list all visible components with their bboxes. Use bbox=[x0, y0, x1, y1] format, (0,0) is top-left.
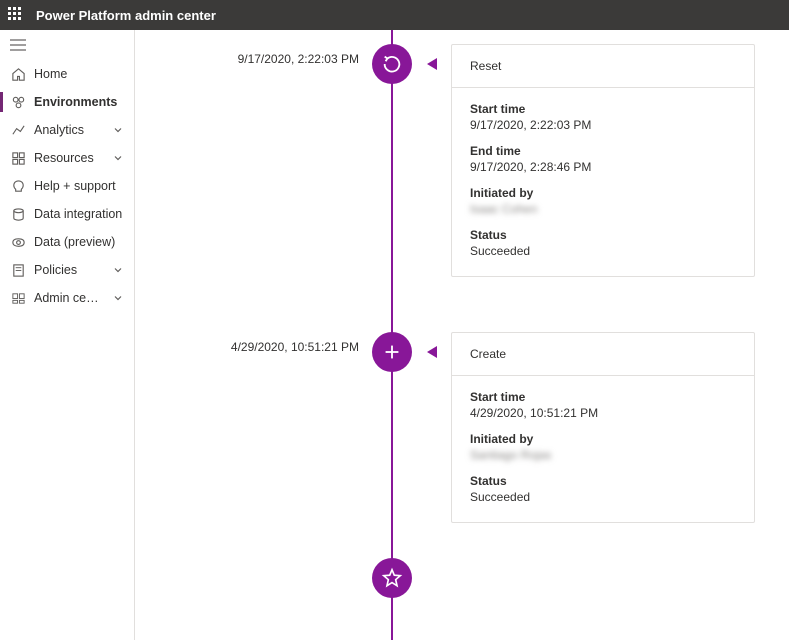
nav-collapse-button[interactable] bbox=[0, 30, 134, 60]
app-launcher-icon[interactable] bbox=[8, 7, 24, 23]
event-details: Start time 4/29/2020, 10:51:21 PM Initia… bbox=[452, 376, 754, 522]
reset-icon bbox=[372, 44, 412, 84]
sidebar-item-admin-centers[interactable]: Admin centers bbox=[0, 284, 134, 312]
data-integration-icon bbox=[10, 206, 26, 222]
admin-icon bbox=[10, 290, 26, 306]
topbar: Power Platform admin center bbox=[0, 0, 789, 30]
create-icon bbox=[372, 332, 412, 372]
sidebar-item-label: Admin centers bbox=[34, 291, 104, 305]
sidebar-item-help-support[interactable]: Help + support bbox=[0, 172, 134, 200]
field-label: Start time bbox=[470, 102, 736, 116]
chevron-down-icon bbox=[112, 292, 124, 304]
sidebar-item-environments[interactable]: Environments bbox=[0, 88, 134, 116]
help-icon bbox=[10, 178, 26, 194]
chevron-down-icon bbox=[112, 124, 124, 136]
sidebar-item-data-integration[interactable]: Data integration bbox=[0, 200, 134, 228]
sidebar-item-resources[interactable]: Resources bbox=[0, 144, 134, 172]
event-card[interactable]: Reset Start time 9/17/2020, 2:22:03 PM E… bbox=[451, 44, 755, 277]
event-card[interactable]: Create Start time 4/29/2020, 10:51:21 PM… bbox=[451, 332, 755, 523]
sidebar: Home Environments Analytics Resources He… bbox=[0, 30, 135, 640]
sidebar-item-label: Policies bbox=[34, 263, 104, 277]
star-icon bbox=[372, 558, 412, 598]
field-value: Isaac Cohen bbox=[470, 202, 736, 216]
analytics-icon bbox=[10, 122, 26, 138]
chevron-down-icon bbox=[112, 152, 124, 164]
chevron-down-icon bbox=[112, 264, 124, 276]
event-details: Start time 9/17/2020, 2:22:03 PM End tim… bbox=[452, 88, 754, 276]
sidebar-item-data-preview[interactable]: Data (preview) bbox=[0, 228, 134, 256]
field-value: 9/17/2020, 2:28:46 PM bbox=[470, 160, 736, 174]
environments-icon bbox=[10, 94, 26, 110]
field-value: 9/17/2020, 2:22:03 PM bbox=[470, 118, 736, 132]
field-value: Succeeded bbox=[470, 244, 736, 258]
app-title: Power Platform admin center bbox=[36, 8, 216, 23]
main-content: 9/17/2020, 2:22:03 PM Reset Start time 9… bbox=[135, 30, 789, 640]
field-value: 4/29/2020, 10:51:21 PM bbox=[470, 406, 736, 420]
field-label: Status bbox=[470, 474, 736, 488]
sidebar-item-policies[interactable]: Policies bbox=[0, 256, 134, 284]
data-icon bbox=[10, 234, 26, 250]
sidebar-item-label: Analytics bbox=[34, 123, 104, 137]
field-value: Santiago Rojas bbox=[470, 448, 736, 462]
sidebar-item-label: Data integration bbox=[34, 207, 124, 221]
sidebar-item-label: Environments bbox=[34, 95, 124, 109]
field-label: Status bbox=[470, 228, 736, 242]
sidebar-item-label: Home bbox=[34, 67, 124, 81]
card-pointer-icon bbox=[427, 346, 437, 358]
resources-icon bbox=[10, 150, 26, 166]
sidebar-item-label: Help + support bbox=[34, 179, 124, 193]
event-timestamp: 9/17/2020, 2:22:03 PM bbox=[238, 52, 359, 66]
sidebar-item-analytics[interactable]: Analytics bbox=[0, 116, 134, 144]
sidebar-item-label: Data (preview) bbox=[34, 235, 124, 249]
sidebar-item-home[interactable]: Home bbox=[0, 60, 134, 88]
body: Home Environments Analytics Resources He… bbox=[0, 30, 789, 640]
field-value: Succeeded bbox=[470, 490, 736, 504]
home-icon bbox=[10, 66, 26, 82]
field-label: End time bbox=[470, 144, 736, 158]
sidebar-item-label: Resources bbox=[34, 151, 104, 165]
event-timestamp: 4/29/2020, 10:51:21 PM bbox=[231, 340, 359, 354]
field-label: Initiated by bbox=[470, 432, 736, 446]
event-title: Create bbox=[452, 333, 754, 376]
card-pointer-icon bbox=[427, 58, 437, 70]
event-title: Reset bbox=[452, 45, 754, 88]
field-label: Start time bbox=[470, 390, 736, 404]
field-label: Initiated by bbox=[470, 186, 736, 200]
policies-icon bbox=[10, 262, 26, 278]
